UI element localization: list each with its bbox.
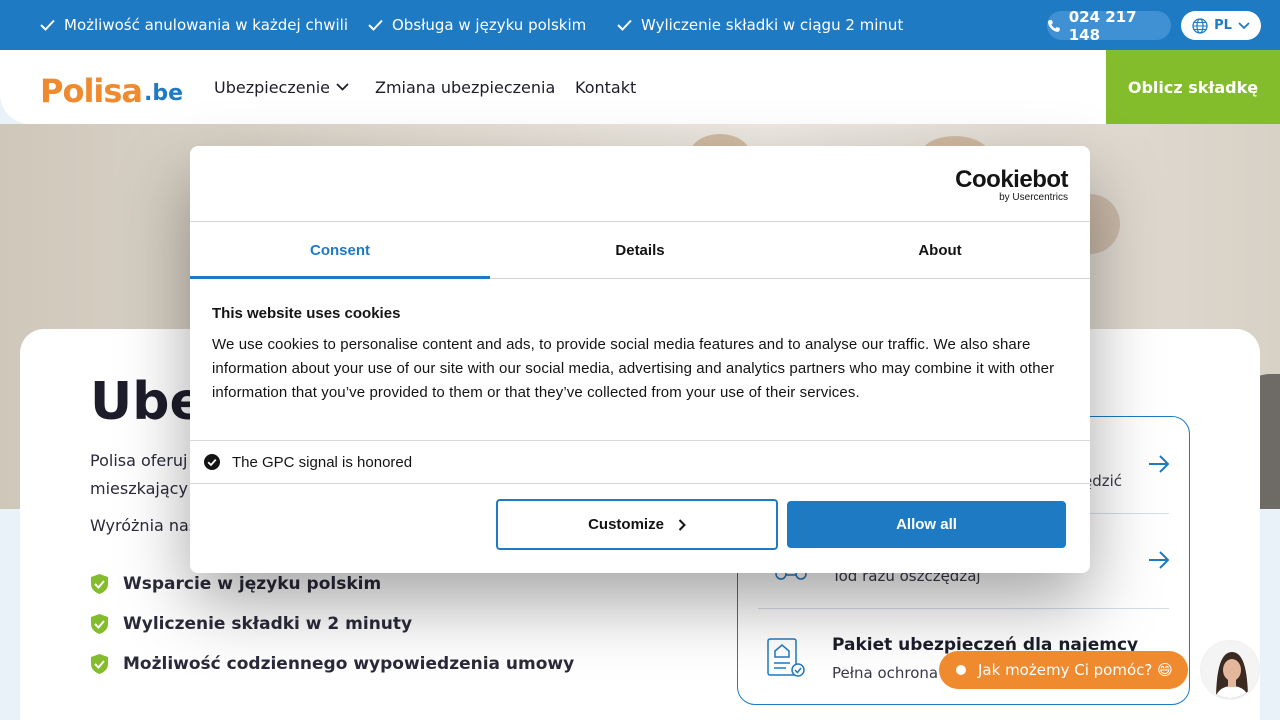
nav-contact-label: Kontakt <box>575 77 637 97</box>
logo-main-text: Polisa <box>40 72 143 110</box>
feature-item: Możliwość codziennego wypowiedzenia umow… <box>90 652 574 676</box>
language-selector[interactable]: PL <box>1181 11 1261 40</box>
divider <box>758 608 1169 609</box>
cookiebot-logo: Cookiebot by Usercentrics <box>955 168 1068 204</box>
nav-change-insurance[interactable]: Zmiana ubezpieczenia <box>375 50 555 124</box>
customize-button[interactable]: Customize <box>496 499 778 550</box>
gpc-notice: The GPC signal is honored <box>190 440 1090 484</box>
check-icon <box>617 19 632 31</box>
benefit-cancel: Możliwość anulowania w każdej chwili <box>40 0 348 50</box>
cookie-title: This website uses cookies <box>212 305 401 322</box>
product-3-text: Pełna ochrona <box>832 664 939 682</box>
cookie-description: We use cookies to personalise content an… <box>212 336 1055 401</box>
page-title: Ube <box>90 372 205 432</box>
tab-consent[interactable]: Consent <box>190 222 490 279</box>
benefit-label: Wyliczenie składki w ciągu 2 minut <box>641 16 904 34</box>
nav-insurance-label: Ubezpieczenie <box>214 77 331 97</box>
cookie-tabs: Consent Details About <box>190 221 1090 279</box>
nav-insurance[interactable]: Ubezpieczenie <box>214 50 349 124</box>
benefit-quote: Wyliczenie składki w ciągu 2 minut <box>617 0 903 50</box>
calculate-premium-button[interactable]: Oblicz składkę <box>1106 50 1280 124</box>
distinguish-text: Wyróżnia nas <box>90 516 198 535</box>
logo[interactable]: Polisa .be <box>40 68 183 108</box>
top-bar: Możliwość anulowania w każdej chwili Obs… <box>0 0 1280 50</box>
language-label: PL <box>1214 18 1232 33</box>
globe-icon <box>1192 17 1208 34</box>
nav-contact[interactable]: Kontakt <box>575 50 636 124</box>
logo-suffix-text: .be <box>144 81 184 106</box>
chat-bubble[interactable]: Jak możemy Ci pomóc? 😄 <box>939 651 1188 689</box>
tab-label: About <box>918 241 962 259</box>
online-indicator <box>956 665 966 675</box>
chevron-down-icon <box>336 83 349 91</box>
shield-check-icon <box>91 614 108 634</box>
nav-change-label: Zmiana ubezpieczenia <box>375 77 556 97</box>
cookie-consent-dialog: Cookiebot by Usercentrics Consent Detail… <box>190 146 1090 573</box>
chat-label: Jak możemy Ci pomóc? 😄 <box>978 661 1173 679</box>
shield-check-icon <box>91 574 108 594</box>
tab-about[interactable]: About <box>790 222 1090 278</box>
allow-all-label: Allow all <box>896 516 957 533</box>
allow-all-button[interactable]: Allow all <box>787 501 1066 548</box>
check-icon <box>40 19 55 31</box>
gpc-label: The GPC signal is honored <box>232 453 413 471</box>
feature-label: Wyliczenie składki w 2 minuty <box>123 614 413 634</box>
tab-label: Details <box>615 241 665 259</box>
house-document-icon <box>767 638 805 677</box>
phone-button[interactable]: 024 217 148 <box>1047 8 1171 44</box>
customize-label: Customize <box>588 516 664 533</box>
phone-icon <box>1047 19 1060 32</box>
cookiebot-logo-text: Cookiebot <box>955 166 1068 193</box>
benefit-label: Obsługa w języku polskim <box>392 16 587 34</box>
feature-label: Wsparcie w języku polskim <box>123 574 382 594</box>
feature-item: Wsparcie w języku polskim <box>90 572 381 596</box>
arrow-right-icon[interactable] <box>1148 454 1170 474</box>
feature-item: Wyliczenie składki w 2 minuty <box>90 612 412 636</box>
feature-label: Możliwość codziennego wypowiedzenia umow… <box>123 654 575 674</box>
cta-label: Oblicz składkę <box>1127 77 1259 97</box>
main-header: Polisa .be Ubezpieczenie Zmiana ubezpiec… <box>0 50 1280 124</box>
tab-details[interactable]: Details <box>490 222 790 278</box>
chevron-down-icon <box>1238 21 1250 29</box>
check-icon <box>368 19 383 31</box>
check-circle-icon <box>204 454 220 470</box>
cookiebot-logo-sub: by Usercentrics <box>999 192 1068 203</box>
chat-agent-avatar[interactable] <box>1200 640 1260 700</box>
shield-check-icon <box>91 654 108 674</box>
phone-number: 024 217 148 <box>1068 7 1137 44</box>
tab-label: Consent <box>310 241 370 259</box>
arrow-right-icon[interactable] <box>1148 550 1170 570</box>
benefit-language: Obsługa w języku polskim <box>368 0 586 50</box>
benefit-label: Możliwość anulowania w każdej chwili <box>64 16 348 34</box>
chevron-right-icon <box>678 518 686 531</box>
